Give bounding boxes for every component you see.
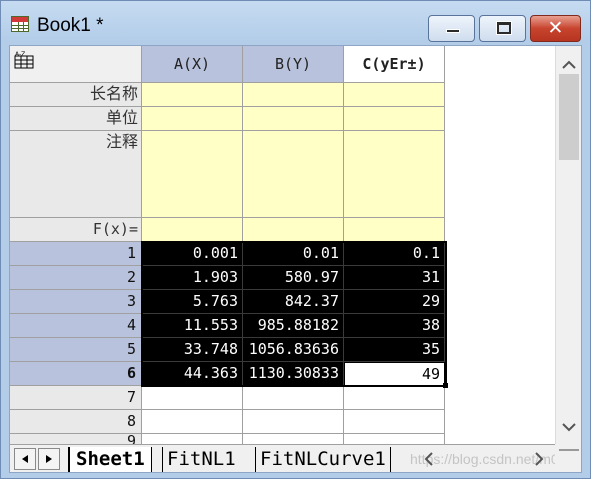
meta-cell[interactable] [243, 83, 344, 107]
data-cell[interactable]: 31 [344, 266, 445, 290]
row-number[interactable]: 9 [10, 434, 142, 444]
data-cell[interactable] [142, 434, 243, 444]
data-cell[interactable]: 0.01 [243, 242, 344, 266]
chevron-up-icon[interactable] [556, 54, 581, 76]
close-button[interactable]: ✕ [530, 15, 581, 42]
sheet-nav-prev-button[interactable] [14, 448, 36, 470]
minimize-icon [446, 29, 460, 33]
data-cell[interactable]: 0.1 [344, 242, 445, 266]
data-cell[interactable]: 35 [344, 338, 445, 362]
row-number[interactable]: 1 [10, 242, 142, 266]
meta-cell[interactable] [344, 218, 445, 242]
row-number[interactable]: 7 [10, 386, 142, 410]
sheet-tab-bar: Sheet1 FitNL1 FitNLCurve1 https://blog.c… [10, 444, 581, 472]
close-icon: ✕ [547, 17, 564, 39]
workbook-icon [11, 16, 29, 32]
row-label-units[interactable]: 单位 [10, 107, 142, 131]
triangle-right-icon [46, 455, 52, 463]
sheet-nav-next-button[interactable] [38, 448, 60, 470]
data-cell[interactable]: 0.001 [142, 242, 243, 266]
data-cell[interactable]: 1.903 [142, 266, 243, 290]
fill-handle[interactable] [443, 383, 448, 388]
vertical-scrollbar[interactable] [555, 46, 581, 444]
meta-cell[interactable] [142, 131, 243, 218]
data-cell[interactable] [344, 386, 445, 410]
svg-text:A-Z: A-Z [15, 51, 25, 58]
data-cell[interactable] [142, 386, 243, 410]
data-cell[interactable]: 1130.30833 [243, 362, 344, 386]
column-header-a[interactable]: A(X) [142, 46, 243, 83]
meta-cell[interactable] [142, 83, 243, 107]
chevron-down-icon[interactable] [556, 416, 581, 438]
row-label-formula[interactable]: F(x)= [10, 218, 142, 242]
row-number[interactable]: 3 [10, 290, 142, 314]
meta-cell[interactable] [142, 107, 243, 131]
row-number[interactable]: 4 [10, 314, 142, 338]
tab-sheet1[interactable]: Sheet1 [68, 447, 152, 472]
column-header-b[interactable]: B(Y) [243, 46, 344, 83]
tab-fitnl1[interactable]: FitNL1 [162, 447, 240, 472]
horizontal-scrollbar[interactable] [410, 448, 550, 470]
chevron-left-icon[interactable] [420, 448, 438, 470]
data-cell[interactable]: 985.88182 [243, 314, 344, 338]
data-cell[interactable]: 1056.83636 [243, 338, 344, 362]
data-cell[interactable] [142, 410, 243, 434]
meta-cell[interactable] [344, 131, 445, 218]
triangle-left-icon [22, 455, 28, 463]
data-cell[interactable]: 842.37 [243, 290, 344, 314]
meta-cell[interactable] [344, 83, 445, 107]
data-cell[interactable]: 33.748 [142, 338, 243, 362]
meta-cell[interactable] [142, 218, 243, 242]
data-cell[interactable] [344, 434, 445, 444]
meta-cell[interactable] [243, 107, 344, 131]
meta-cell[interactable] [243, 218, 344, 242]
title-bar[interactable]: Book1 * ✕ [1, 1, 590, 42]
chevron-right-icon[interactable] [530, 448, 548, 470]
scroll-thumb[interactable] [559, 74, 579, 160]
data-cell[interactable] [243, 434, 344, 444]
workbook-window: Book1 * ✕ A-Z A(X) B(Y) C(yEr±) 长名称 单位 注… [0, 0, 591, 479]
window-title: Book1 * [37, 15, 104, 36]
data-cell[interactable]: 38 [344, 314, 445, 338]
maximize-icon [496, 21, 512, 35]
data-cell[interactable]: 44.363 [142, 362, 243, 386]
meta-cell[interactable] [344, 107, 445, 131]
row-label-comments[interactable]: 注释 [10, 131, 142, 218]
resize-grip[interactable] [555, 444, 581, 472]
active-cell[interactable]: 49 [344, 362, 445, 386]
data-cell[interactable]: 11.553 [142, 314, 243, 338]
data-cell[interactable]: 580.97 [243, 266, 344, 290]
row-number[interactable]: 5 [10, 338, 142, 362]
worksheet-grid: A-Z A(X) B(Y) C(yEr±) 长名称 单位 注释 F(x)= 1 … [10, 46, 555, 444]
data-cell[interactable]: 5.763 [142, 290, 243, 314]
select-all-corner[interactable]: A-Z [10, 46, 142, 83]
row-label-long-name[interactable]: 长名称 [10, 83, 142, 107]
data-cell[interactable] [344, 410, 445, 434]
data-cell[interactable] [243, 386, 344, 410]
row-number[interactable]: 2 [10, 266, 142, 290]
row-number-active[interactable]: 6 [10, 362, 142, 386]
minimize-button[interactable] [428, 15, 475, 42]
row-number[interactable]: 8 [10, 410, 142, 434]
tab-fitnlcurve1[interactable]: FitNLCurve1 [255, 447, 391, 472]
sheet-grid-icon: A-Z [14, 51, 34, 69]
column-header-c[interactable]: C(yEr±) [344, 46, 445, 83]
data-cell[interactable]: 29 [344, 290, 445, 314]
maximize-button[interactable] [479, 15, 526, 42]
data-cell[interactable] [243, 410, 344, 434]
meta-cell[interactable] [243, 131, 344, 218]
worksheet-client: A-Z A(X) B(Y) C(yEr±) 长名称 单位 注释 F(x)= 1 … [9, 45, 582, 473]
